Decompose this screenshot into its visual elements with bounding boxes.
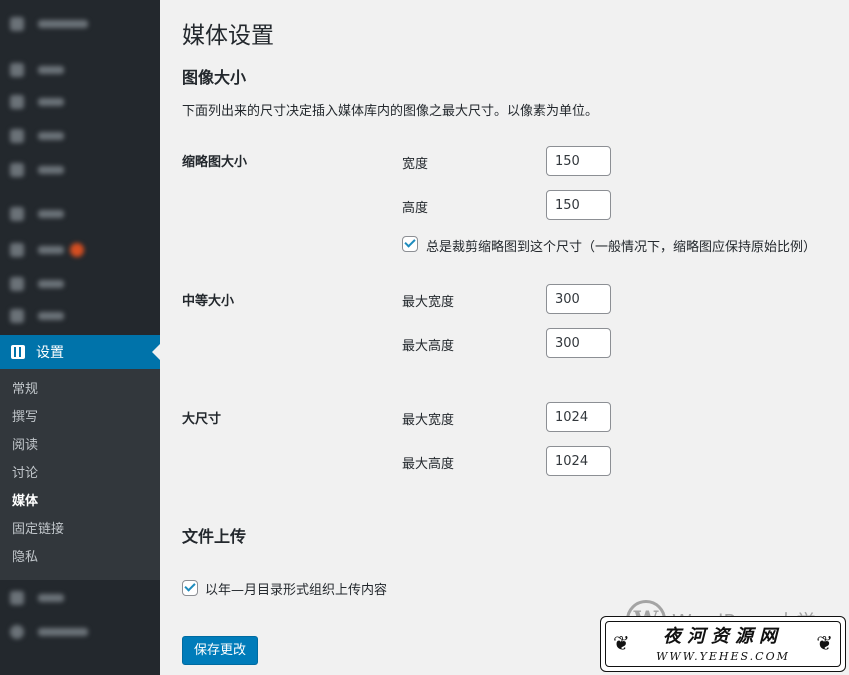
sidebar-item-blurred[interactable] <box>0 302 160 330</box>
medium-width-input[interactable] <box>546 284 611 314</box>
submenu-item-discussion[interactable]: 讨论 <box>0 460 160 488</box>
save-changes-button[interactable]: 保存更改 <box>182 636 259 665</box>
large-width-input[interactable] <box>546 402 611 432</box>
thumbnail-height-label: 高度 <box>402 201 429 216</box>
medium-height-label: 最大高度 <box>402 339 455 354</box>
large-size-label: 大尺寸 <box>182 412 222 427</box>
sidebar-item-blurred[interactable] <box>0 10 160 38</box>
large-width-label: 最大宽度 <box>402 413 455 428</box>
sidebar-item-blurred[interactable] <box>0 618 160 646</box>
stamp-title: 夜河资源网 <box>663 626 783 647</box>
thumbnail-crop-label: 总是裁剪缩略图到这个尺寸（一般情况下，缩略图应保持原始比例） <box>426 240 817 255</box>
medium-height-input[interactable] <box>546 328 611 358</box>
page-title: 媒体设置 <box>182 23 274 49</box>
checkmark-icon <box>184 580 196 592</box>
large-height-input[interactable] <box>546 446 611 476</box>
settings-form: 媒体设置 图像大小 下面列出来的尺寸决定插入媒体库内的图像之最大尺寸。以像素为单… <box>182 0 849 675</box>
sidebar-item-blurred[interactable] <box>0 156 160 184</box>
settings-sliders-icon <box>11 345 25 359</box>
submenu-item-general[interactable]: 常规 <box>0 376 160 404</box>
sidebar-item-blurred[interactable] <box>0 200 160 228</box>
stamp-url: WWW.YEHES.COM <box>656 650 790 663</box>
sidebar-item-label: 设置 <box>36 345 64 361</box>
site-stamp-watermark: ❦ ❦ 夜河资源网 WWW.YEHES.COM <box>600 616 846 672</box>
submenu-item-media[interactable]: 媒体 <box>0 488 160 516</box>
section-title-uploads: 文件上传 <box>182 527 247 546</box>
current-menu-arrow <box>152 344 160 360</box>
checkmark-icon <box>404 236 416 248</box>
thumbnail-crop-checkbox[interactable] <box>402 236 418 252</box>
sidebar-item-settings[interactable]: 设置 <box>0 335 160 369</box>
medium-size-label: 中等大小 <box>182 294 235 309</box>
thumbnail-size-label: 缩略图大小 <box>182 155 248 170</box>
submenu-item-permalinks[interactable]: 固定链接 <box>0 516 160 544</box>
sidebar-item-blurred[interactable] <box>0 270 160 298</box>
large-height-label: 最大高度 <box>402 457 455 472</box>
section-title-image-sizes: 图像大小 <box>182 68 247 87</box>
organize-uploads-label: 以年—月目录形式组织上传内容 <box>205 583 388 598</box>
submenu-item-writing[interactable]: 撰写 <box>0 404 160 432</box>
settings-submenu: 常规 撰写 阅读 讨论 媒体 固定链接 隐私 <box>0 369 160 580</box>
sidebar-item-blurred[interactable] <box>0 56 160 84</box>
admin-sidebar: 设置 常规 撰写 阅读 讨论 媒体 固定链接 隐私 <box>0 0 160 675</box>
thumbnail-width-label: 宽度 <box>402 157 429 172</box>
medium-width-label: 最大宽度 <box>402 295 455 310</box>
sidebar-item-blurred[interactable] <box>0 88 160 116</box>
sidebar-item-blurred[interactable] <box>0 584 160 612</box>
sidebar-item-blurred[interactable] <box>0 122 160 150</box>
organize-uploads-checkbox[interactable] <box>182 580 198 596</box>
thumbnail-height-input[interactable] <box>546 190 611 220</box>
image-sizes-description: 下面列出来的尺寸决定插入媒体库内的图像之最大尺寸。以像素为单位。 <box>182 104 599 119</box>
thumbnail-width-input[interactable] <box>546 146 611 176</box>
sidebar-item-blurred[interactable] <box>0 236 160 264</box>
submenu-item-reading[interactable]: 阅读 <box>0 432 160 460</box>
submenu-item-privacy[interactable]: 隐私 <box>0 544 160 572</box>
